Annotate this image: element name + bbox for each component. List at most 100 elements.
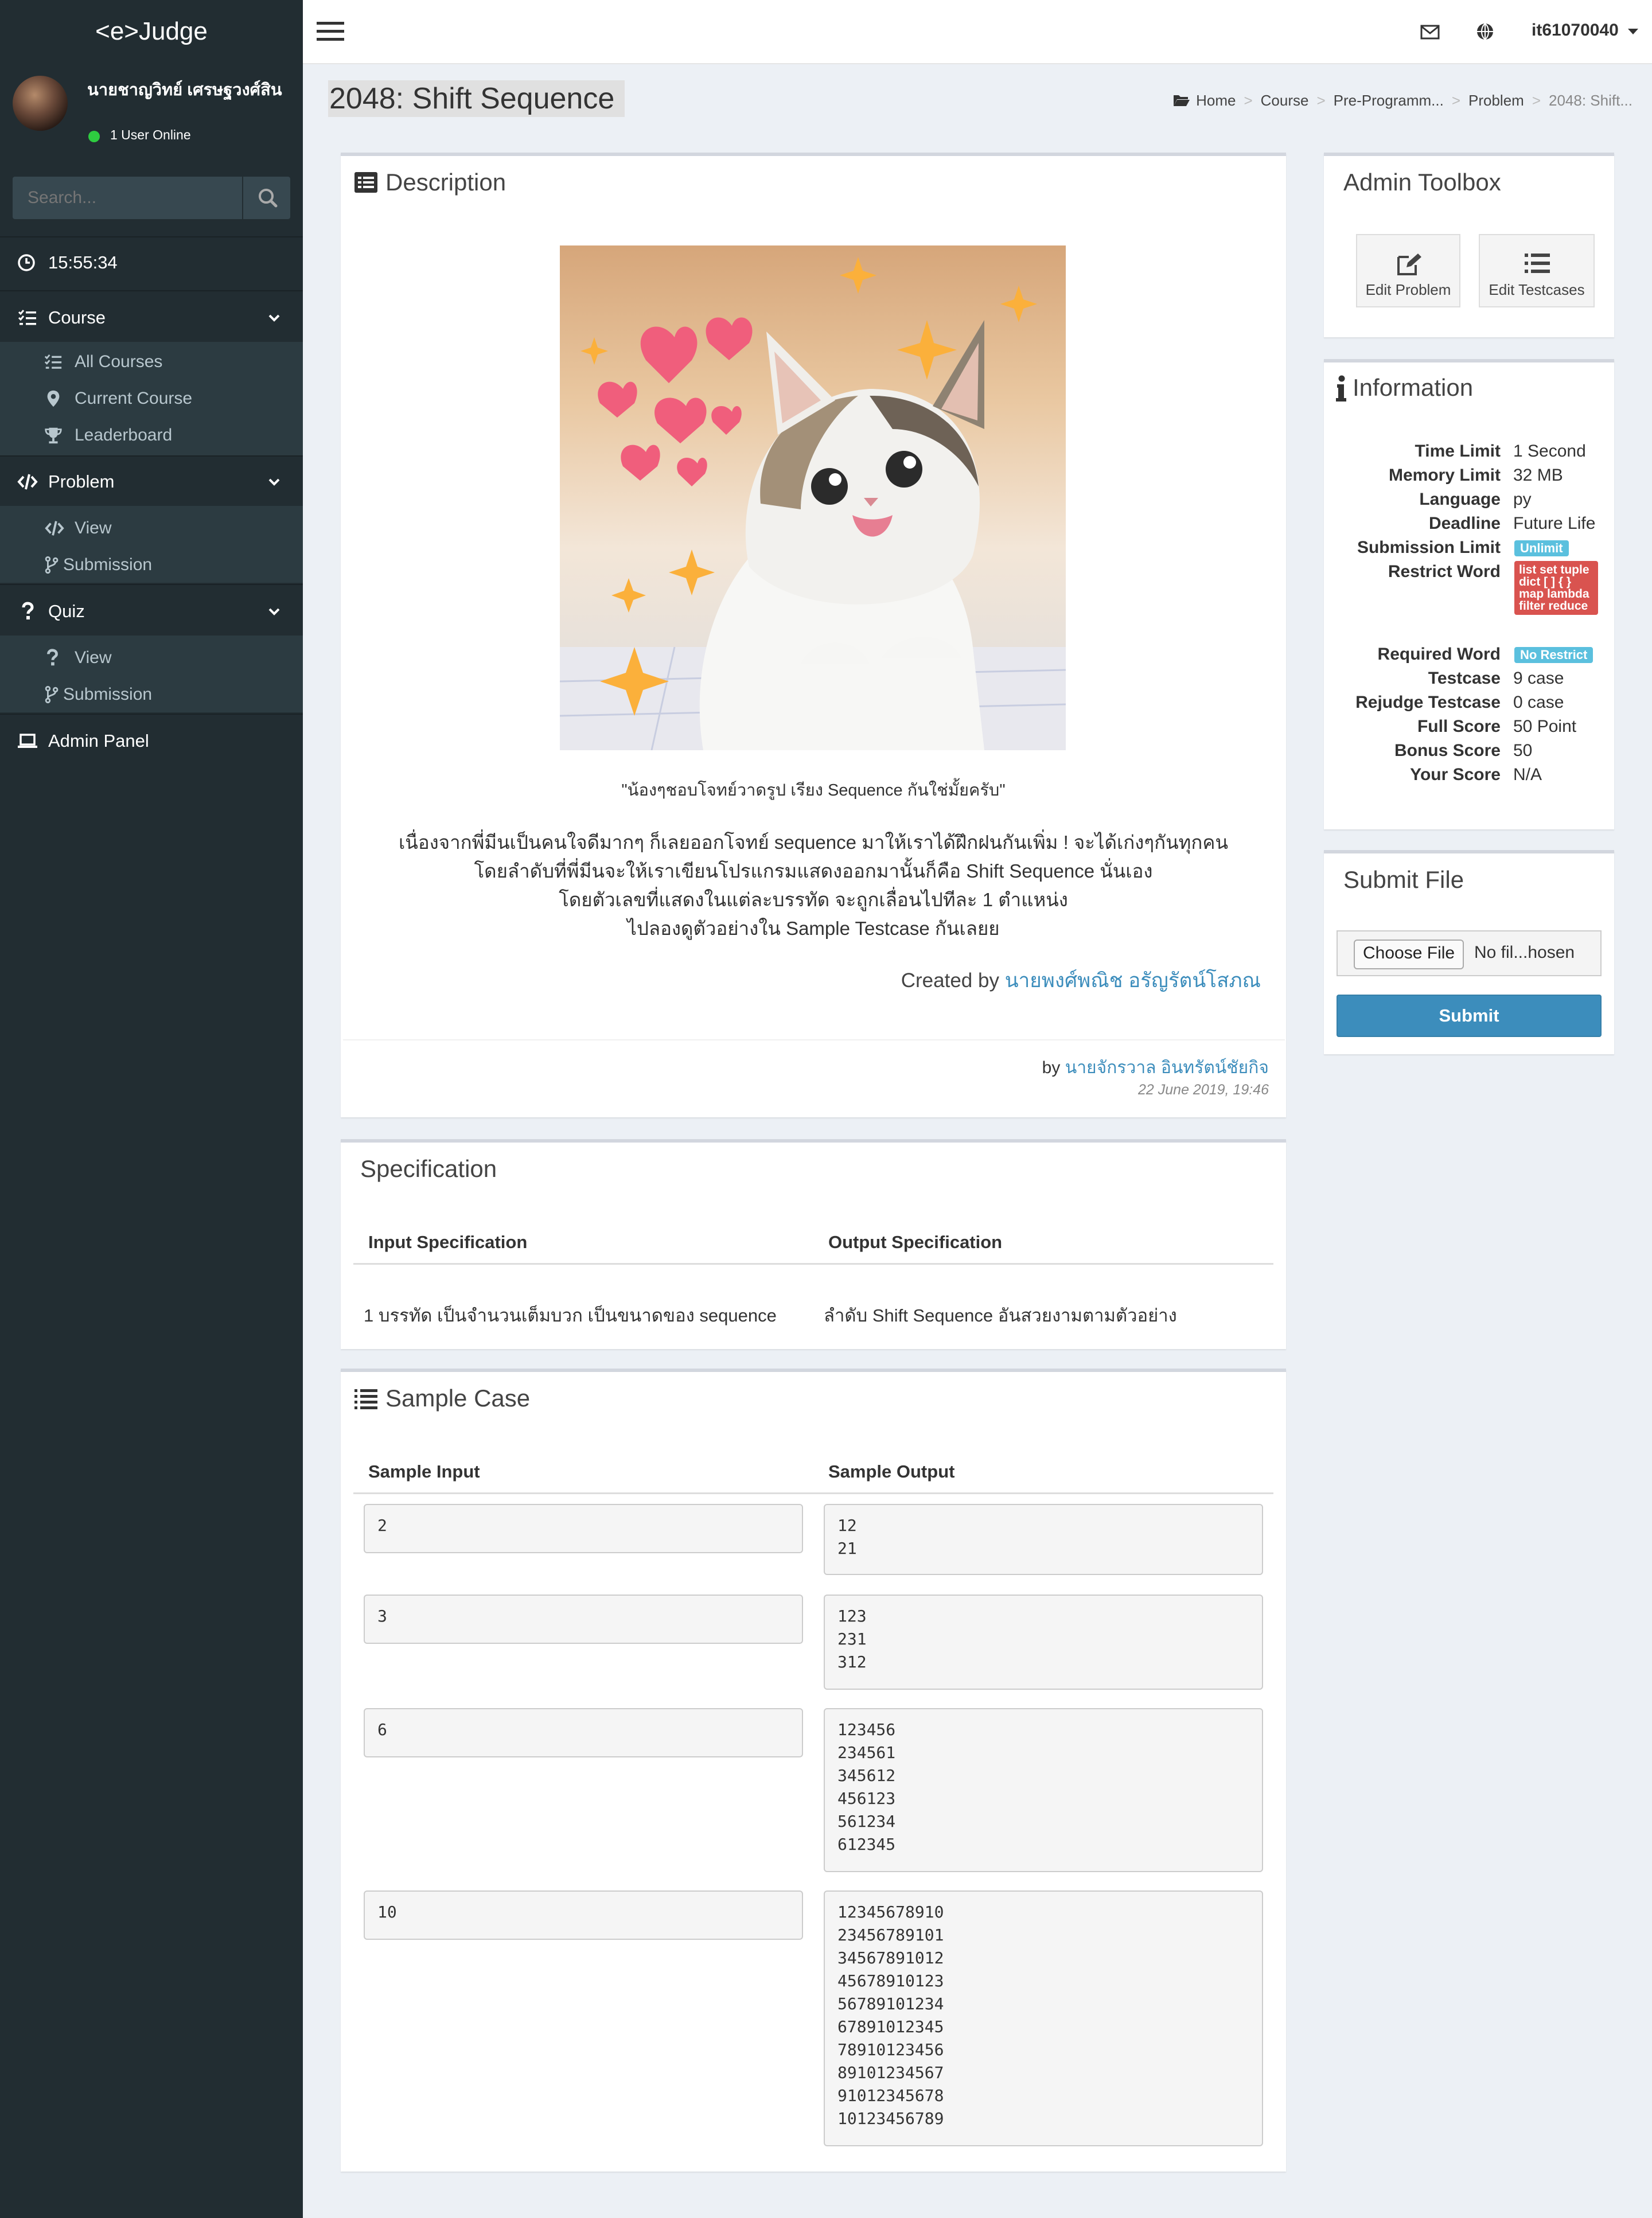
sample-output-2: 123 231 312	[824, 1595, 1263, 1690]
sidebar-item-leaderboard[interactable]: Leaderboard	[0, 418, 303, 454]
creator-link[interactable]: นายพงศ์พณิช อรัญรัตน์โสภณ	[1005, 969, 1261, 992]
search-button[interactable]	[242, 177, 291, 219]
sample-input-1: 2	[364, 1504, 803, 1553]
breadcrumb: Home > Course > Pre-Programm... > Problem >2048…	[1173, 92, 1632, 110]
list-icon	[1525, 254, 1550, 273]
breadcrumb-problem[interactable]: Problem	[1468, 92, 1524, 109]
search-form	[13, 177, 290, 219]
menu-toggle-icon[interactable]	[317, 22, 344, 41]
sidebar-item-problem-view[interactable]: View	[0, 510, 303, 547]
submission-limit-badge: Unlimit	[1514, 540, 1569, 556]
sample-output-header: Sample Output	[828, 1461, 955, 1482]
output-spec: ลำดับ Shift Sequence อันสวยงามตามตัวอย่า…	[824, 1305, 1177, 1326]
top-navbar: it61070040	[303, 0, 1652, 64]
sidebar-item-label: Leaderboard	[75, 426, 173, 445]
sidebar-item-course[interactable]: Course	[0, 295, 303, 341]
brand-logo[interactable]: <e>Judge	[0, 0, 303, 63]
sidebar-item-current-course[interactable]: Current Course	[0, 381, 303, 418]
created-by: Created by นายพงศ์พณิช อรัญรัตน์โสภณ	[901, 965, 1261, 996]
question-icon	[47, 649, 58, 666]
breadcrumb-course[interactable]: Course	[1261, 92, 1309, 109]
restrict-word-badge: list set tuple dict [ ] { } map lambda f…	[1514, 561, 1598, 615]
sidebar-item-admin-panel[interactable]: Admin Panel	[0, 718, 303, 764]
caret-down-icon[interactable]	[1628, 29, 1638, 34]
testcase-value: 9 case	[1513, 669, 1564, 688]
chevron-down-icon	[268, 314, 280, 322]
sample-case-title: Sample Case	[385, 1385, 531, 1412]
tasks-icon	[44, 354, 62, 369]
user-menu[interactable]: it61070040	[1532, 21, 1619, 40]
sidebar: <e>Judge นายชาญวิทย์ เศรษฐวงศ์สิน 1 User…	[0, 0, 303, 2218]
description-line: โดยตัวเลขที่แสดงในแต่ละบรรทัด จะถูกเลื่อ…	[559, 889, 1068, 910]
time-limit-label: Time Limit	[1415, 442, 1501, 461]
choose-file-button[interactable]: Choose File	[1354, 940, 1464, 969]
table-divider	[353, 1492, 1273, 1494]
sidebar-item-all-courses[interactable]: All Courses	[0, 344, 303, 381]
sidebar-item-quiz-submission[interactable]: Submission	[0, 677, 303, 714]
search-icon	[259, 189, 278, 208]
edit-testcases-button[interactable]: Edit Testcases	[1479, 234, 1595, 307]
edit-problem-label: Edit Problem	[1365, 281, 1451, 298]
language-value: py	[1513, 490, 1532, 509]
time-limit-value: 1 Second	[1513, 442, 1586, 461]
divider	[0, 714, 303, 715]
mail-icon[interactable]	[1420, 24, 1440, 40]
description-line: ไปลองดูตัวอย่างใน Sample Testcase กันเลย…	[627, 918, 1000, 939]
image-caption: "น้องๆชอบโจทย์วาดรูป เรียง Sequence กันใ…	[621, 781, 1006, 800]
sidebar-item-label: Admin Panel	[48, 731, 149, 751]
divider	[0, 584, 303, 585]
edit-problem-button[interactable]: Edit Problem	[1356, 234, 1460, 307]
breadcrumb-course-name[interactable]: Pre-Programm...	[1334, 92, 1444, 109]
search-input[interactable]	[13, 177, 242, 219]
code-branch-icon	[45, 685, 59, 704]
file-status: No fil...hosen	[1474, 943, 1575, 962]
trophy-icon	[45, 427, 62, 444]
input-spec-header: Input Specification	[368, 1232, 528, 1252]
divider	[0, 236, 303, 237]
deadline-value: Future Life	[1513, 514, 1596, 533]
user-panel: นายชาญวิทย์ เศรษฐวงศ์สิน 1 User Online	[0, 63, 303, 143]
sample-input-2: 3	[364, 1595, 803, 1644]
specification-title: Specification	[360, 1155, 497, 1182]
cat-illustration	[560, 257, 1066, 750]
full-score-value: 50 Point	[1513, 717, 1577, 736]
rejudge-label: Rejudge Testcase	[1355, 693, 1501, 712]
memory-limit-value: 32 MB	[1513, 466, 1563, 485]
author-link[interactable]: นายจักรวาล อินทรัตน์ชัยกิจ	[1065, 1058, 1269, 1077]
language-label: Language	[1419, 490, 1501, 509]
bonus-score-value: 50	[1513, 741, 1533, 760]
code-branch-icon	[45, 556, 59, 574]
code-icon	[45, 521, 64, 536]
divider	[0, 290, 303, 291]
submit-button[interactable]: Submit	[1337, 995, 1602, 1037]
sidebar-item-label: Current Course	[75, 389, 193, 408]
online-status-icon	[88, 131, 100, 142]
sidebar-item-problem-submission[interactable]: Submission	[0, 547, 303, 584]
info-icon	[1336, 375, 1346, 401]
problem-image	[560, 245, 1066, 750]
sample-input-header: Sample Input	[368, 1461, 480, 1482]
breadcrumb-home[interactable]: Home	[1196, 92, 1236, 109]
your-score-label: Your Score	[1410, 765, 1501, 784]
laptop-icon	[18, 734, 37, 748]
globe-icon[interactable]	[1475, 22, 1495, 41]
submit-file-title: Submit File	[1343, 866, 1464, 893]
sidebar-item-quiz-view[interactable]: View	[0, 640, 303, 677]
post-date: 22 June 2019, 19:46	[1138, 1082, 1269, 1098]
sidebar-item-quiz[interactable]: Quiz	[0, 588, 303, 634]
sample-output-3: 123456 234561 345612 456123 561234 61234…	[824, 1708, 1263, 1872]
edit-icon	[1397, 254, 1421, 275]
file-input[interactable]: Choose File No fil...hosen	[1337, 930, 1602, 976]
sidebar-item-label: Course	[48, 307, 106, 328]
sidebar-item-problem[interactable]: Problem	[0, 459, 303, 505]
sidebar-item-label: Submission	[63, 555, 153, 574]
clock-time: 15:55:34	[48, 252, 118, 272]
submission-limit-label: Submission Limit	[1357, 538, 1501, 557]
list-icon	[354, 1389, 377, 1409]
user-name: นายชาญวิทย์ เศรษฐวงศ์สิน	[87, 81, 282, 99]
admin-toolbox-title: Admin Toolbox	[1343, 169, 1501, 196]
table-divider	[353, 1263, 1273, 1265]
information-title: Information	[1353, 374, 1474, 401]
sidebar-item-label: View	[75, 519, 112, 537]
sidebar-clock: 15:55:34	[0, 240, 303, 286]
